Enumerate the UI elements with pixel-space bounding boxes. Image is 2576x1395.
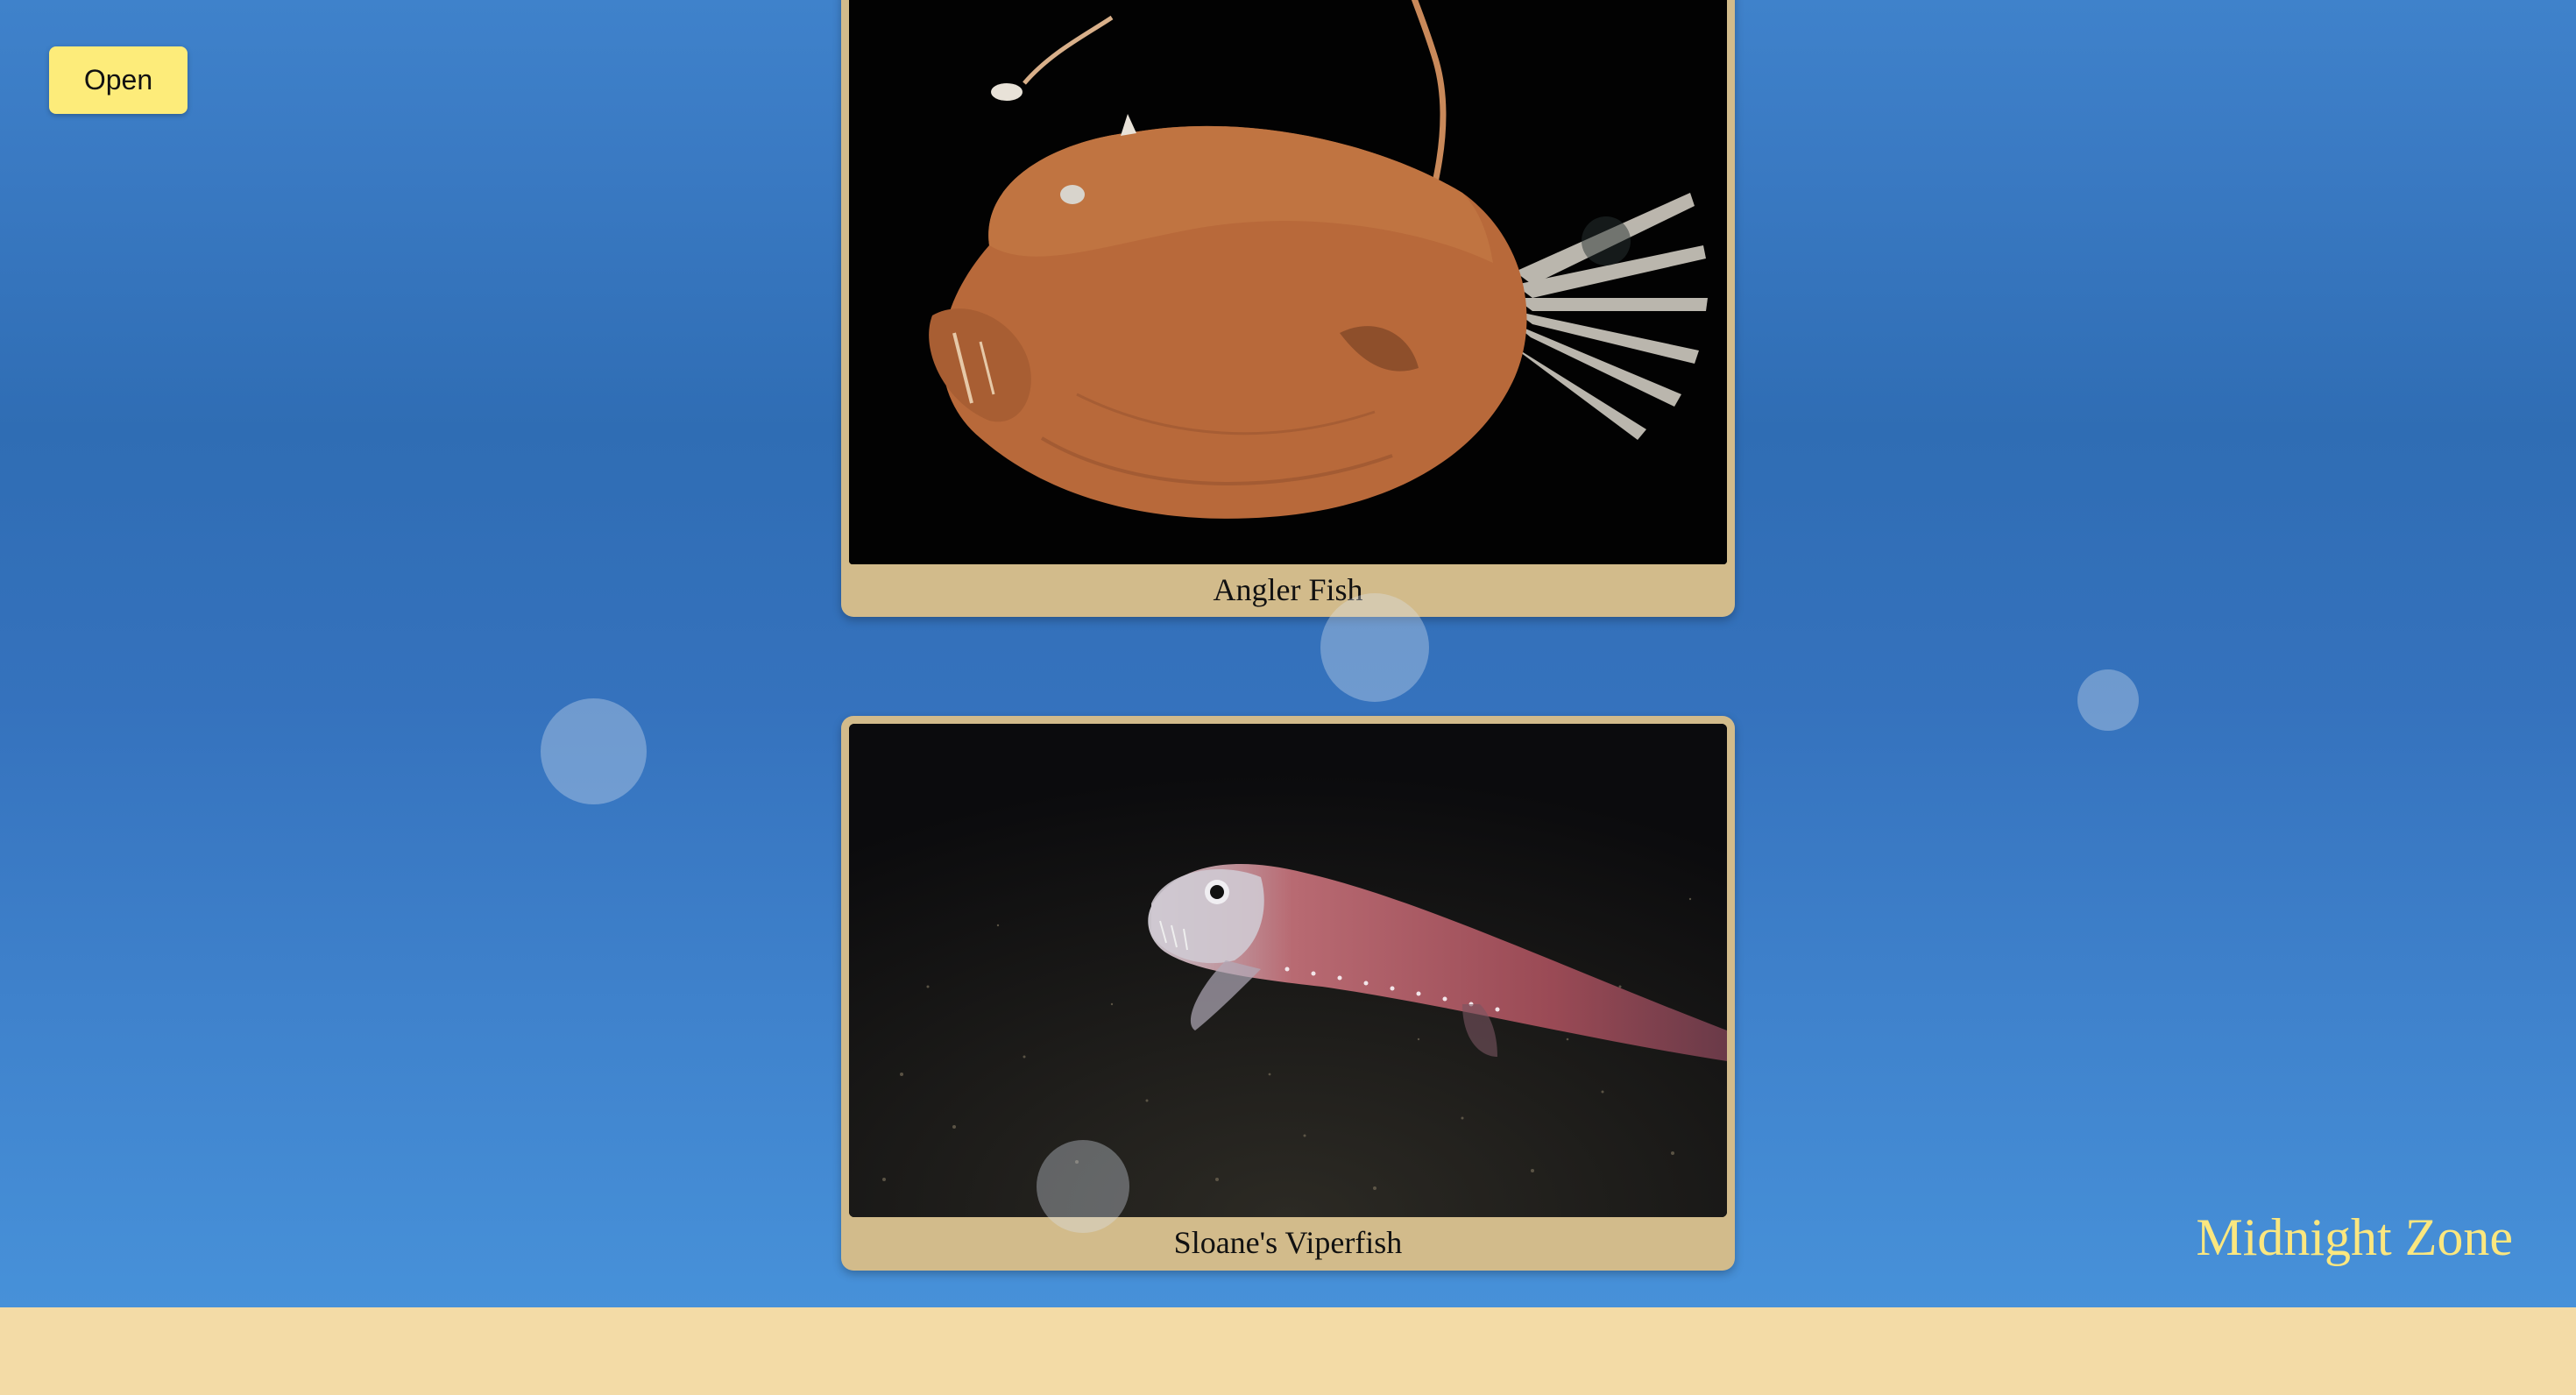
angler-fish-photo xyxy=(849,0,1727,564)
card-caption: Sloane's Viperfish xyxy=(1173,1225,1403,1260)
creature-card-angler-fish[interactable]: Angler Fish xyxy=(841,0,1735,617)
viperfish-photo xyxy=(849,724,1727,1217)
ocean-background: Open Angler Fish Sloane's Viperfish Midn… xyxy=(0,0,2576,1307)
card-caption: Angler Fish xyxy=(1213,572,1363,607)
zone-title: Midnight Zone xyxy=(2196,1208,2513,1266)
bubble xyxy=(541,698,647,804)
sand-floor xyxy=(0,1307,2576,1395)
open-button[interactable]: Open xyxy=(49,46,188,114)
creature-card-viperfish[interactable]: Sloane's Viperfish xyxy=(841,716,1735,1271)
bubble xyxy=(2077,669,2139,731)
